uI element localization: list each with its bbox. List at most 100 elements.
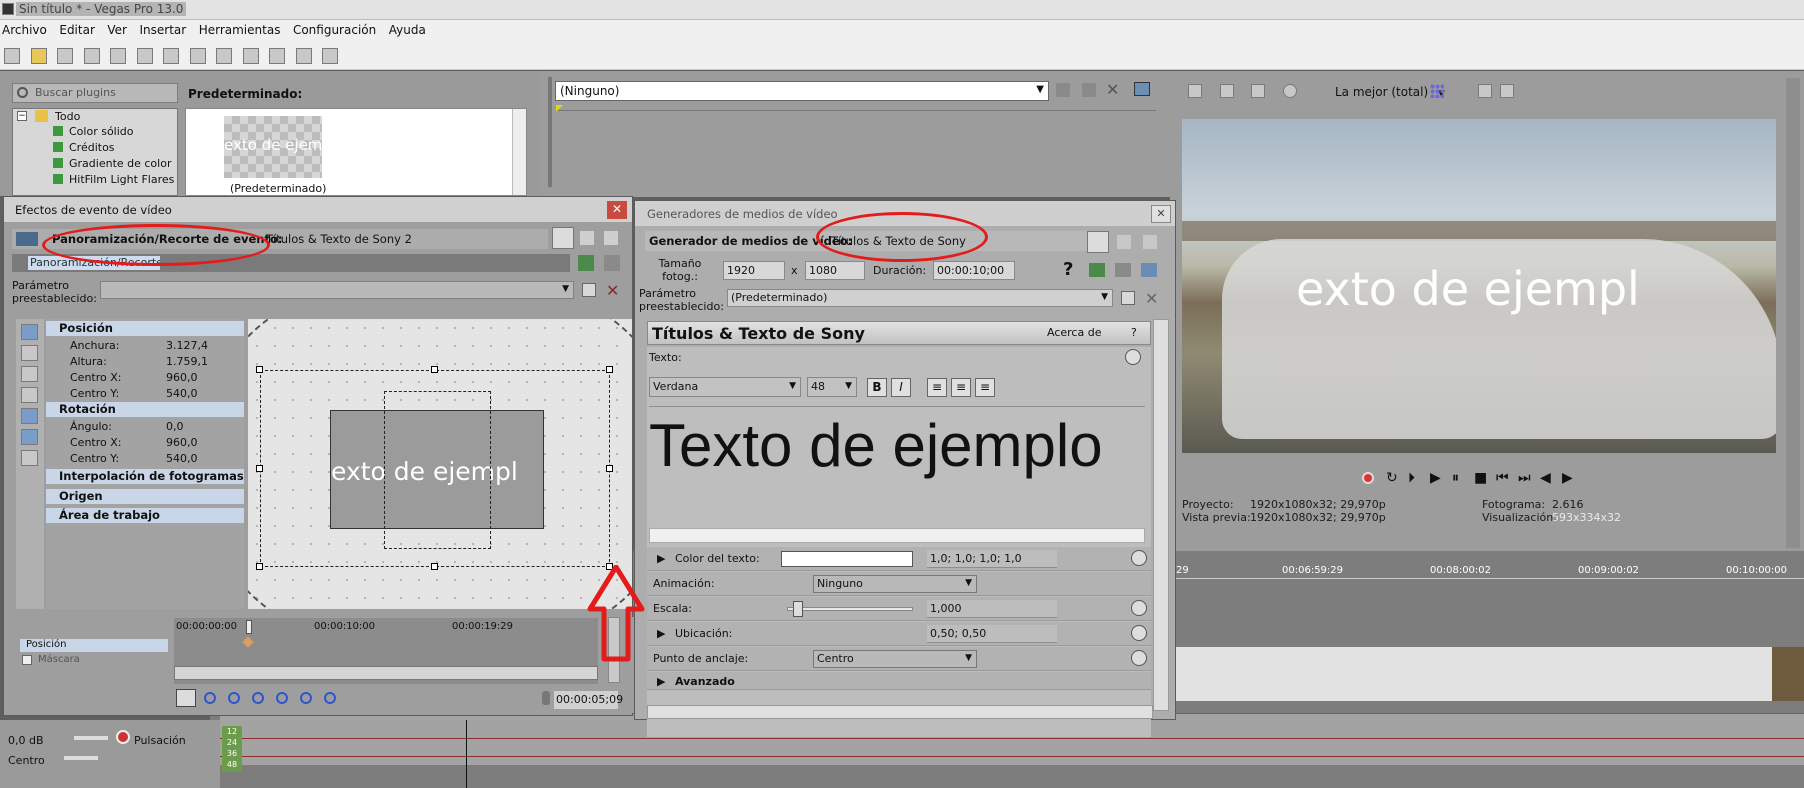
expand-icon[interactable]: ▶ — [657, 552, 665, 565]
insert-plugin-icon[interactable] — [578, 255, 594, 271]
expand-icon[interactable]: ▶ — [657, 627, 665, 640]
animate-icon[interactable] — [1131, 550, 1147, 566]
color-swatch[interactable] — [781, 551, 913, 567]
tree-item-color-solido[interactable]: Color sólido — [69, 125, 134, 138]
add-keyframe-icon[interactable] — [300, 692, 312, 704]
last-keyframe-icon[interactable] — [276, 692, 288, 704]
split-screen-icon[interactable] — [1282, 84, 1297, 98]
plugin-chain-icon[interactable] — [604, 255, 620, 271]
view-list-icon[interactable] — [1087, 231, 1109, 253]
snap-grid-icon[interactable] — [21, 450, 38, 466]
panel-splitter[interactable] — [548, 77, 552, 187]
delete-preset-icon[interactable]: ✕ — [1145, 289, 1158, 308]
search-input[interactable]: Buscar plugins — [12, 83, 178, 103]
animate-icon[interactable] — [1131, 625, 1147, 641]
save-icon[interactable] — [57, 48, 73, 64]
show-properties-icon[interactable] — [21, 324, 38, 340]
properties-icon[interactable] — [136, 48, 153, 64]
plugin-chain-icon[interactable] — [1115, 263, 1131, 277]
align-center-button[interactable]: ≡ — [951, 378, 971, 397]
delete-preset-icon[interactable]: ✕ — [606, 281, 619, 300]
help-icon[interactable]: ? — [1063, 259, 1073, 280]
redo-icon[interactable] — [269, 48, 285, 64]
move-tool-icon[interactable] — [21, 387, 38, 403]
effect-chain-icon[interactable] — [1082, 83, 1096, 97]
brush-icon[interactable] — [295, 48, 312, 64]
view-tiles-icon[interactable] — [1117, 235, 1131, 249]
ubicacion-value[interactable]: 0,50; 0,50 — [927, 625, 1057, 643]
kf-cursor[interactable] — [246, 620, 252, 634]
menu-insertar[interactable]: Insertar — [137, 20, 193, 37]
view-grid-icon[interactable] — [1143, 235, 1157, 249]
zoom-tool-icon[interactable] — [21, 366, 38, 382]
size-about-center-icon[interactable] — [21, 429, 38, 445]
prev-frame-icon[interactable]: ◀ — [1540, 470, 1551, 486]
resize-handle[interactable] — [431, 366, 438, 373]
delete-keyframe-icon[interactable] — [324, 692, 336, 704]
project-settings-icon[interactable] — [1188, 84, 1202, 98]
resize-handle[interactable] — [606, 465, 613, 472]
param-preset-dropdown[interactable]: ▼ — [100, 281, 574, 299]
section-rotacion[interactable]: Rotación — [46, 402, 244, 417]
preset-thumbnail[interactable]: exto de ejemp — [224, 116, 322, 178]
preset-dropdown[interactable]: (Ninguno) ▼ — [555, 81, 1049, 101]
external-monitor-icon[interactable] — [1219, 84, 1234, 98]
undo-icon[interactable] — [242, 48, 259, 64]
view-list-icon[interactable] — [552, 227, 574, 249]
playhead-cursor[interactable] — [466, 720, 467, 788]
go-start-icon[interactable]: ⏮ — [1496, 470, 1509, 486]
prop-rot-centro-y-value[interactable]: 540,0 — [166, 452, 198, 465]
open-icon[interactable] — [30, 48, 47, 64]
tree-item-gradiente[interactable]: Gradiente de color — [69, 157, 171, 170]
mask-checkbox[interactable] — [22, 655, 32, 665]
menu-editar[interactable]: Editar — [57, 20, 102, 37]
grid-overlay-icon[interactable] — [1430, 84, 1444, 98]
remove-icon[interactable]: ✕ — [1106, 80, 1119, 99]
color-texto-value[interactable]: 1,0; 1,0; 1,0; 1,0 — [927, 550, 1057, 568]
render-icon[interactable] — [110, 48, 126, 64]
row-avanzado[interactable]: ▶ Avanzado — [647, 672, 1151, 690]
effect-icon[interactable] — [1056, 83, 1070, 97]
section-posicion[interactable]: Posición — [46, 321, 244, 336]
pan-crop-canvas[interactable]: exto de ejempl — [248, 319, 632, 609]
tree-item-hitfilm[interactable]: HitFilm Light Flares — [69, 173, 174, 186]
animate-icon[interactable] — [1125, 349, 1141, 365]
sync-cursor-icon[interactable] — [176, 689, 196, 707]
paste-icon[interactable] — [216, 48, 232, 64]
kf-row-posicion[interactable]: Posición — [20, 639, 168, 652]
kf-scrollbar[interactable] — [174, 666, 598, 680]
align-right-button[interactable]: ≡ — [975, 378, 995, 397]
escala-slider-thumb[interactable] — [793, 601, 803, 617]
menu-ver[interactable]: Ver — [105, 20, 134, 37]
align-left-button[interactable]: ≡ — [927, 378, 947, 397]
bold-button[interactable]: B — [867, 378, 887, 397]
tree-item-creditos[interactable]: Créditos — [69, 141, 115, 154]
view-grid-icon[interactable] — [604, 231, 618, 245]
prop-centro-x-value[interactable]: 960,0 — [166, 371, 198, 384]
section-area-trabajo[interactable]: Área de trabajo — [46, 508, 244, 523]
menu-ayuda[interactable]: Ayuda — [387, 20, 433, 37]
keyframe-marker[interactable] — [242, 636, 254, 648]
select-tool-icon[interactable] — [21, 345, 38, 361]
record-icon[interactable] — [1362, 472, 1374, 484]
generator-hscroll[interactable] — [647, 705, 1153, 719]
properties-icon[interactable] — [1141, 263, 1157, 277]
italic-button[interactable]: I — [891, 378, 911, 397]
escala-slider[interactable] — [787, 607, 913, 611]
new-icon[interactable] — [4, 48, 20, 64]
param-preset-dropdown[interactable]: (Predeterminado) ▼ — [727, 289, 1113, 307]
preview-quality-dropdown[interactable]: La mejor (total) ▼ — [1335, 85, 1445, 99]
frame-width-input[interactable]: 1920 — [723, 261, 785, 280]
next-frame-icon[interactable]: ▶ — [1562, 470, 1573, 486]
lock-icon[interactable] — [542, 691, 550, 705]
prev-keyframe-icon[interactable] — [228, 692, 240, 704]
menu-archivo[interactable]: Archivo — [0, 20, 54, 37]
resize-handle[interactable] — [256, 465, 263, 472]
section-origen[interactable]: Origen — [46, 489, 244, 504]
resize-handle[interactable] — [606, 366, 613, 373]
pause-icon[interactable]: ⏸ — [1452, 470, 1459, 486]
play-icon[interactable]: ▶ — [1430, 470, 1441, 486]
pan-slider[interactable] — [64, 756, 98, 760]
insert-plugin-icon[interactable] — [1089, 263, 1105, 277]
prop-altura-value[interactable]: 1.759,1 — [166, 355, 208, 368]
